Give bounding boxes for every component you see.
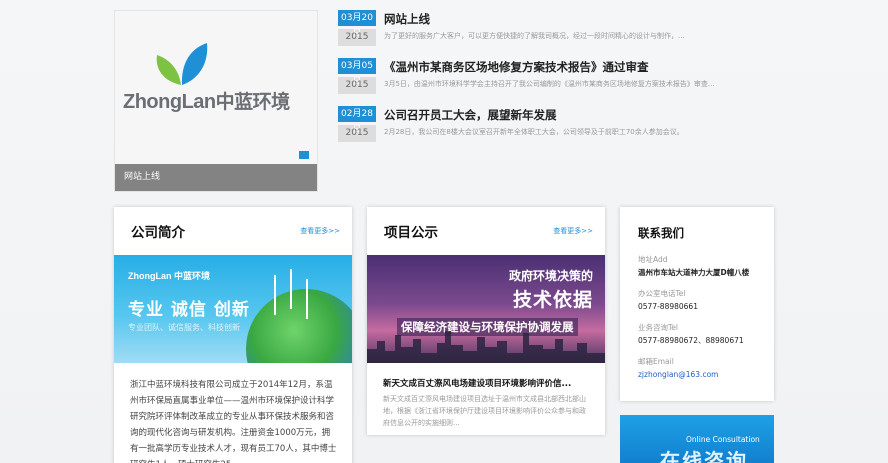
email-link[interactable]: zjzhonglan@163.com [638, 368, 749, 381]
banner-line-1: 政府环境决策的 [508, 269, 593, 283]
news-desc: 2月28日，我公司在8楼大会议室召开新年全体职工大会，公司领导及于前职工70余人… [384, 128, 684, 136]
banner-logo: ZhongLan 中蓝环境 [128, 271, 210, 281]
company-logo: ZhongLan中蓝环境 [123, 41, 313, 121]
project-title: 项目公示 [384, 225, 438, 241]
office-phone-label: 办公室电话Tel [638, 289, 686, 298]
project-news-desc: 新天文成百丈漈风电场建设项目选址于温州市文成县北部西北部山地，根据《浙江省环境保… [383, 395, 586, 427]
consult-cn-label: 在线咨询 [660, 449, 748, 463]
globe-icon [246, 289, 352, 363]
news-month-day: 03月20日 [338, 10, 376, 39]
address-label: 地址Add [638, 255, 668, 264]
news-item[interactable]: 03月05日 2015 《温州市某商务区场地修复方案技术报告》通过审查 3月5日… [338, 56, 758, 104]
wind-turbine-icon [274, 275, 276, 315]
news-date: 03月20日 2015 [338, 10, 376, 46]
project-news-title[interactable]: 新天文成百丈漈风电场建设项目环境影响评价信... [383, 377, 571, 389]
image-slider[interactable]: ZhongLan中蓝环境 网站上线 [114, 10, 318, 192]
address-value: 温州市车站大道神力大厦D幢八楼 [638, 268, 750, 277]
news-title-link[interactable]: 《温州市某商务区场地修复方案技术报告》通过审查 [384, 59, 649, 75]
slider-caption[interactable]: 网站上线 [115, 164, 317, 191]
leaf-logo-icon [156, 43, 208, 85]
news-year: 2015 [338, 77, 376, 94]
card-header: 项目公示 查看更多>> [367, 207, 605, 255]
news-item[interactable]: 02月28日 2015 公司召开员工大会，展望新年发展 2月28日，我公司在8楼… [338, 104, 758, 152]
contact-title: 联系我们 [638, 226, 684, 240]
news-month-day: 03月05日 [338, 58, 376, 87]
wind-turbine-icon [290, 269, 292, 309]
wind-turbine-icon [306, 279, 308, 319]
news-title-link[interactable]: 公司召开员工大会，展望新年发展 [384, 107, 557, 123]
about-title: 公司简介 [131, 225, 185, 241]
online-consultation-button[interactable]: Online Consultation 在线咨询 [620, 415, 774, 463]
about-card: 公司简介 查看更多>> ZhongLan 中蓝环境 专业 诚信 创新 专业团队、… [114, 207, 352, 463]
business-phone-label: 业务咨询Tel [638, 323, 679, 332]
card-header: 公司简介 查看更多>> [114, 207, 352, 255]
banner-slogan: 专业 诚信 创新 [128, 300, 250, 320]
project-card: 项目公示 查看更多>> 政府环境决策的 技术依据 保障经济建设与环境保护协调发展… [367, 207, 605, 435]
logo-chinese: 中蓝环境 [215, 92, 291, 113]
project-more-link[interactable]: 查看更多>> [553, 226, 593, 236]
about-more-link[interactable]: 查看更多>> [300, 226, 340, 236]
news-title-link[interactable]: 网站上线 [384, 11, 430, 27]
project-banner[interactable]: 政府环境决策的 技术依据 保障经济建设与环境保护协调发展 [367, 255, 605, 363]
email-label: 邮箱Email [638, 357, 674, 366]
business-phone-value: 0577-88980672、88980671 [638, 336, 744, 345]
news-item[interactable]: 03月20日 2015 网站上线 为了更好的服务广大客户，可以更方便快捷的了解我… [338, 8, 758, 56]
office-phone-value: 0577-88980661 [638, 302, 698, 311]
news-month-day: 02月28日 [338, 106, 376, 135]
news-date: 03月05日 2015 [338, 58, 376, 94]
about-text: 浙江中蓝环境科技有限公司成立于2014年12月，系温州市环保局直属事业单位——温… [130, 380, 337, 463]
logo-latin: ZhongLan [123, 91, 216, 113]
news-year: 2015 [338, 29, 376, 46]
banner-line-2: 技术依据 [512, 289, 593, 311]
news-desc: 为了更好的服务广大客户，可以更方便快捷的了解我司概况，经过一段时间精心的设计与制… [384, 32, 685, 40]
consult-en-label: Online Consultation [686, 435, 760, 444]
news-date: 02月28日 2015 [338, 106, 376, 142]
slider-indicator[interactable] [299, 151, 309, 159]
about-banner[interactable]: ZhongLan 中蓝环境 专业 诚信 创新 专业团队、诚信服务、科技创新 [114, 255, 352, 363]
news-year: 2015 [338, 125, 376, 142]
news-list: 03月20日 2015 网站上线 为了更好的服务广大客户，可以更方便快捷的了解我… [338, 8, 758, 152]
contact-list: 地址Add 温州市车站大道神力大厦D幢八楼 办公室电话Tel 0577-8898… [638, 253, 749, 389]
contact-card: 联系我们 地址Add 温州市车站大道神力大厦D幢八楼 办公室电话Tel 0577… [620, 207, 774, 401]
banner-subtitle: 专业团队、诚信服务、科技创新 [128, 323, 240, 332]
news-desc: 3月5日，由温州市环境科学学会主持召开了我公司编制的《温州市某商务区场地修复方案… [384, 80, 715, 88]
city-skyline-icon [367, 331, 605, 363]
